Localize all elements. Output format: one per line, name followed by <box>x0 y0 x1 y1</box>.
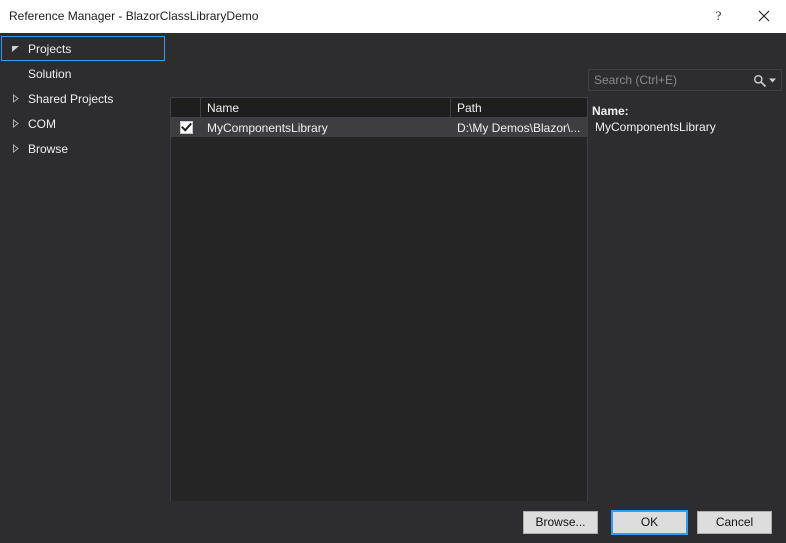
sidebar-item-label: Solution <box>28 66 72 81</box>
column-header-path[interactable]: Path <box>451 98 587 117</box>
list-header-row: Name Path <box>171 98 587 118</box>
checkbox-checked[interactable] <box>179 121 193 134</box>
sidebar-item-label: Shared Projects <box>28 91 114 106</box>
browse-button[interactable]: Browse... <box>523 510 598 534</box>
sidebar-item-solution[interactable]: Solution <box>1 61 165 86</box>
sidebar-item-label: COM <box>28 116 56 131</box>
ok-button[interactable]: OK <box>612 510 687 534</box>
dialog-body: Projects Solution Shared Projects COM Br… <box>0 33 786 543</box>
triangle-collapsed-icon[interactable] <box>6 94 24 103</box>
row-path-cell: D:\My Demos\Blazor\... <box>457 120 581 135</box>
detail-name-label: Name: <box>592 104 629 118</box>
search-input[interactable] <box>589 69 751 91</box>
detail-panel: Name: MyComponentsLibrary <box>592 103 782 497</box>
row-checkbox-cell[interactable] <box>171 118 201 137</box>
table-row[interactable]: MyComponentsLibrary D:\My Demos\Blazor\.… <box>171 118 587 137</box>
row-name-cell: MyComponentsLibrary <box>207 120 328 135</box>
sidebar-item-browse[interactable]: Browse <box>1 136 165 161</box>
sidebar-item-shared-projects[interactable]: Shared Projects <box>1 86 165 111</box>
triangle-collapsed-icon[interactable] <box>6 144 24 153</box>
sidebar-item-com[interactable]: COM <box>1 111 165 136</box>
column-header-name[interactable]: Name <box>201 98 451 117</box>
triangle-collapsed-icon[interactable] <box>6 119 24 128</box>
cancel-button[interactable]: Cancel <box>697 510 772 534</box>
question-mark-icon: ? <box>715 8 722 23</box>
dialog-footer: Browse... OK Cancel <box>0 501 786 543</box>
column-header-checkbox[interactable] <box>171 98 201 117</box>
reference-list-panel: Name Path MyComponentsLibrary D:\My Demo… <box>170 97 588 534</box>
sidebar-item-label: Projects <box>28 41 72 56</box>
checkmark-icon <box>180 122 192 132</box>
category-tree: Projects Solution Shared Projects COM Br… <box>0 33 166 543</box>
close-icon <box>758 10 769 22</box>
window-title: Reference Manager - BlazorClassLibraryDe… <box>9 9 259 23</box>
detail-name-value: MyComponentsLibrary <box>595 120 716 134</box>
chevron-down-icon[interactable] <box>767 78 781 83</box>
search-icon[interactable] <box>751 74 767 87</box>
help-button[interactable]: ? <box>696 0 741 32</box>
title-bar-buttons: ? <box>696 0 786 32</box>
sidebar-item-projects[interactable]: Projects <box>1 36 165 61</box>
triangle-expanded-icon[interactable] <box>6 44 24 53</box>
reference-manager-dialog: Reference Manager - BlazorClassLibraryDe… <box>0 0 786 543</box>
sidebar-item-label: Browse <box>28 141 69 156</box>
title-bar: Reference Manager - BlazorClassLibraryDe… <box>0 0 786 33</box>
search-box[interactable] <box>588 69 782 91</box>
close-button[interactable] <box>741 0 786 32</box>
